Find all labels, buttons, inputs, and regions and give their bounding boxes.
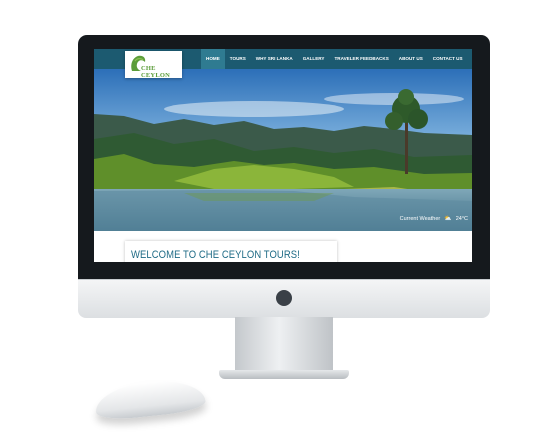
nav-menu: HOME TOURS WHY SRI LANKA GALLERY TRAVELE… — [201, 49, 468, 69]
logo-text: CHE CEYLON — [141, 65, 171, 79]
magic-mouse — [93, 376, 207, 422]
cloud-sun-icon: ⛅ — [444, 216, 452, 222]
weather-temperature: 24°C — [455, 215, 468, 222]
monitor-chin — [78, 279, 490, 318]
nav-item-contact-us[interactable]: CONTACT US — [428, 49, 468, 69]
welcome-heading: WELCOME TO CHE CEYLON TOURS! — [131, 249, 300, 261]
monitor-stand-neck — [235, 317, 333, 373]
hero-banner: Current Weather ⛅ 24°C — [94, 69, 472, 231]
nav-item-why-sri-lanka[interactable]: WHY SRI LANKA — [251, 49, 298, 69]
nav-item-tours[interactable]: TOURS — [225, 49, 251, 69]
nav-item-home[interactable]: HOME — [201, 49, 225, 69]
monitor-screen: HOME TOURS WHY SRI LANKA GALLERY TRAVELE… — [94, 49, 472, 262]
nav-item-traveler-feedbacks[interactable]: TRAVELER FEEDBACKS — [329, 49, 393, 69]
weather-label: Current Weather — [399, 215, 441, 222]
nav-item-gallery[interactable]: GALLERY — [298, 49, 330, 69]
nav-item-about-us[interactable]: ABOUT US — [394, 49, 428, 69]
welcome-card: WELCOME TO CHE CEYLON TOURS! — [125, 241, 337, 262]
site-logo[interactable]: CHE CEYLON — [125, 51, 182, 79]
monitor-stand-foot — [219, 370, 349, 379]
weather-widget: Current Weather ⛅ 24°C — [399, 215, 468, 223]
apple-logo-icon — [276, 290, 292, 306]
lake-landscape-image — [94, 69, 472, 231]
